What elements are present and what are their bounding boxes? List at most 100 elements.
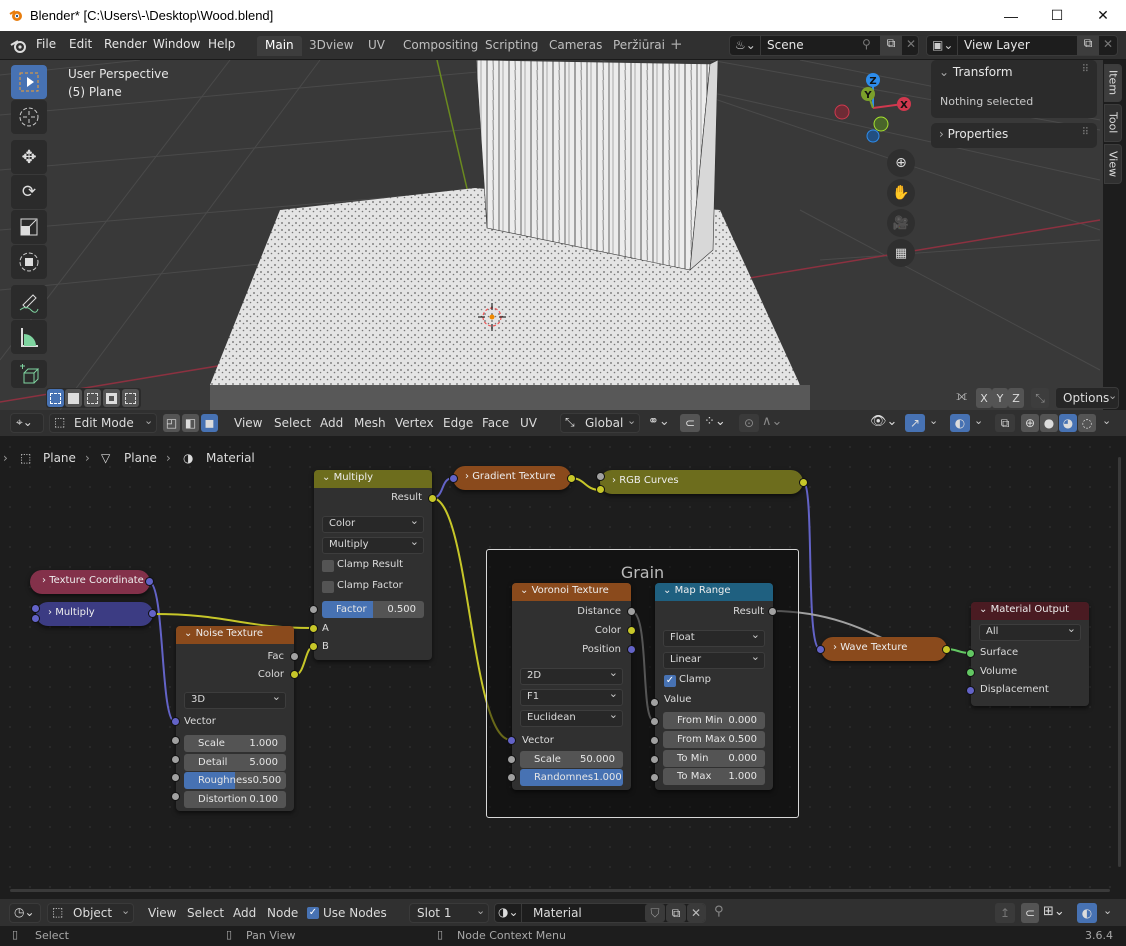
menu-edge[interactable]: Edge	[443, 416, 473, 430]
socket-curves-color-in[interactable]	[596, 485, 605, 494]
wireframe-shading-icon[interactable]: ⊕	[1021, 414, 1039, 432]
noise-detail-field[interactable]: Detail 5.000	[184, 754, 286, 771]
voronoi-feature-dropdown[interactable]: F1	[520, 687, 623, 706]
editor-type-selector[interactable]: ⌖⌄	[10, 413, 44, 433]
socket-output-surface-in[interactable]	[966, 649, 975, 658]
pan-view-button[interactable]: ✋	[887, 179, 915, 207]
menu-mesh[interactable]: Mesh	[354, 416, 386, 430]
to-max-field[interactable]: To Max 1.000	[663, 768, 765, 785]
menu-uv[interactable]: UV	[520, 416, 537, 430]
map-range-data-type-dropdown[interactable]: Float	[663, 628, 765, 647]
socket-curves-fac-in[interactable]	[596, 472, 605, 481]
node-rgb-curves[interactable]: › RGB Curves	[600, 470, 803, 494]
tool-transform[interactable]	[11, 245, 47, 279]
tool-rotate[interactable]: ⟳	[11, 175, 47, 209]
socket-map-range-result-out[interactable]	[768, 607, 777, 616]
socket-curves-color-out[interactable]	[799, 478, 808, 487]
workspace-tab-uv[interactable]: UV	[360, 36, 393, 56]
socket-noise-distortion-in[interactable]	[171, 792, 180, 801]
chevron-down-icon[interactable]: ⌄	[1102, 414, 1111, 427]
node-header[interactable]: ⌄ Noise Texture	[176, 626, 294, 644]
workspace-tab-perziurai[interactable]: Peržiūrai	[605, 36, 673, 56]
map-range-interpolation-dropdown[interactable]: Linear	[663, 650, 765, 669]
socket-voronoi-distance-out[interactable]	[627, 607, 636, 616]
sidebar-tab-view[interactable]: View	[1104, 144, 1122, 184]
node-noise-texture[interactable]: ⌄ Noise Texture Fac Color 3D Vector Scal…	[176, 626, 294, 811]
menu-help[interactable]: Help	[208, 37, 235, 51]
vertex-select-mode-icon[interactable]: ◰	[163, 414, 180, 432]
workspace-tab-scripting[interactable]: Scripting	[477, 36, 546, 56]
maximize-button[interactable]: ☐	[1034, 0, 1080, 31]
socket-output-displacement-in[interactable]	[966, 686, 975, 695]
clamp-checkbox[interactable]: ✓	[664, 675, 676, 687]
new-scene-icon[interactable]: ⧉	[880, 36, 902, 55]
select-invert-icon[interactable]	[103, 389, 120, 407]
material-browse-icon[interactable]: ◑⌄	[498, 905, 519, 919]
3d-viewport[interactable]: ✥ ⟳ User Perspective (5) Plane Y Z X ⊕ ✋…	[0, 60, 1126, 410]
node-multiply-vector[interactable]: › Multiply	[36, 602, 153, 626]
editor-type-selector[interactable]: ◷⌄	[9, 903, 41, 923]
node-texture-coordinate[interactable]: › Texture Coordinate	[30, 570, 150, 594]
socket-gradient-vector-in[interactable]	[449, 474, 458, 483]
from-min-field[interactable]: From Min 0.000	[663, 712, 765, 729]
select-intersect-icon[interactable]	[122, 389, 139, 407]
horizontal-scrollbar[interactable]	[10, 889, 1110, 892]
voronoi-randomness-slider[interactable]: Randomnes 1.000	[520, 769, 623, 786]
gizmo-toggle-icon[interactable]: ↗	[905, 414, 925, 432]
socket-gradient-color-out[interactable]	[567, 474, 576, 483]
workspace-tab-main[interactable]: Main	[257, 36, 302, 56]
sidebar-tab-tool[interactable]: Tool	[1104, 104, 1122, 142]
shader-type-dropdown[interactable]: ⬚ Object ⌄	[47, 903, 134, 923]
socket-noise-fac-out[interactable]	[290, 652, 299, 661]
node-snap-target-icon[interactable]: ⊞⌄	[1043, 904, 1065, 919]
node-snap-toggle-icon[interactable]: ⊂	[1021, 903, 1039, 923]
node-menu-add[interactable]: Add	[233, 906, 256, 920]
navigation-gizmo[interactable]: Y Z X	[828, 70, 918, 150]
unlink-material-icon[interactable]: ✕	[687, 904, 705, 922]
menu-window[interactable]: Window	[153, 37, 200, 51]
tool-measure[interactable]	[11, 320, 47, 354]
socket-output-volume-in[interactable]	[966, 668, 975, 677]
delete-scene-icon[interactable]: ✕	[906, 37, 916, 51]
select-extend-icon[interactable]	[65, 389, 82, 407]
socket-voronoi-color-out[interactable]	[627, 626, 636, 635]
solid-shading-icon[interactable]: ●	[1040, 414, 1058, 432]
node-gradient-texture[interactable]: › Gradient Texture	[453, 466, 571, 490]
node-header[interactable]: ⌄ Multiply	[314, 470, 432, 488]
node-material-output[interactable]: ⌄ Material Output All Surface Volume Dis…	[971, 602, 1089, 706]
view-layer-icon[interactable]: ▣⌄	[932, 38, 953, 52]
socket-map-range-to-min-in[interactable]	[650, 755, 659, 764]
node-wave-texture[interactable]: › Wave Texture	[821, 637, 947, 661]
menu-file[interactable]: File	[36, 37, 56, 51]
node-map-range[interactable]: ⌄ Map Range Result Float Linear ✓ Clamp …	[655, 583, 773, 790]
socket-voronoi-vector-in[interactable]	[507, 736, 516, 745]
delete-view-layer-icon[interactable]: ✕	[1103, 37, 1113, 51]
face-select-mode-icon[interactable]: ◼	[201, 414, 218, 432]
socket-voronoi-randomness-in[interactable]	[507, 773, 516, 782]
overlays-toggle-icon[interactable]: ◐	[950, 414, 970, 432]
edge-select-mode-icon[interactable]: ◧	[182, 414, 199, 432]
close-window-button[interactable]: ✕	[1080, 0, 1126, 31]
minimize-button[interactable]: —	[988, 0, 1034, 31]
noise-scale-field[interactable]: Scale 1.000	[184, 735, 286, 752]
socket-noise-scale-in[interactable]	[171, 736, 180, 745]
menu-add[interactable]: Add	[320, 416, 343, 430]
tool-annotate[interactable]	[11, 285, 47, 319]
socket-wave-color-out[interactable]	[942, 645, 951, 654]
chevron-down-icon[interactable]: ⌄	[929, 414, 938, 427]
node-menu-view[interactable]: View	[148, 906, 176, 920]
workspace-tab-compositing[interactable]: Compositing	[395, 36, 486, 56]
socket-multiply-in-b[interactable]	[31, 614, 40, 623]
clamp-result-checkbox[interactable]	[322, 560, 334, 572]
zoom-view-button[interactable]: ⊕	[887, 149, 915, 177]
scene-icon[interactable]: ♨⌄	[735, 38, 756, 52]
mix-blend-mode-dropdown[interactable]: Multiply	[322, 535, 424, 554]
mix-data-type-dropdown[interactable]: Color	[322, 514, 424, 533]
ortho-toggle-button[interactable]: ▦	[887, 239, 915, 267]
rendered-shading-icon[interactable]: ◌	[1078, 414, 1096, 432]
menu-view[interactable]: View	[234, 416, 262, 430]
mirror-x-toggle[interactable]: X	[976, 388, 992, 408]
xray-toggle-icon[interactable]: ⧉	[995, 414, 1015, 432]
node-overlays-toggle-icon[interactable]: ◐	[1077, 903, 1097, 923]
proportional-edit-icon[interactable]: ⊙	[739, 414, 759, 432]
